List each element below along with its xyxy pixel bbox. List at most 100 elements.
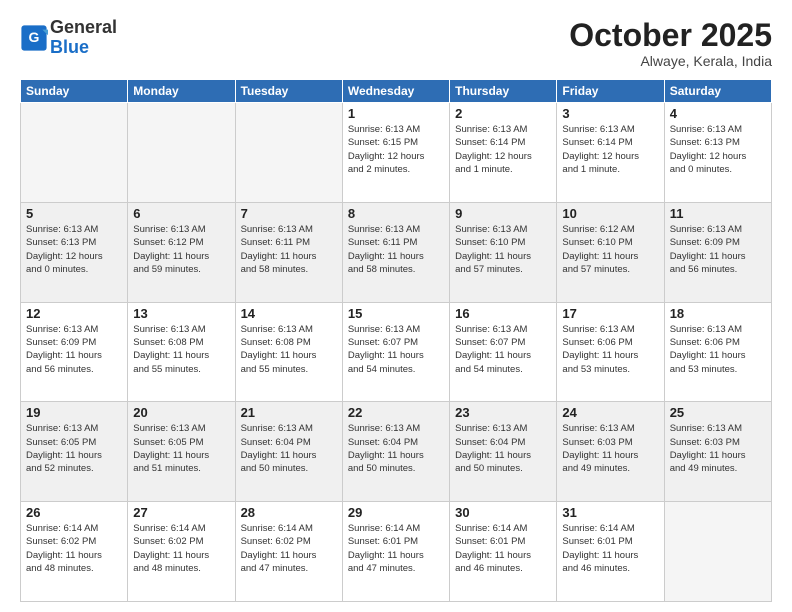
day-info: Sunrise: 6:14 AM Sunset: 6:01 PM Dayligh…: [348, 522, 444, 575]
calendar-cell: 25Sunrise: 6:13 AM Sunset: 6:03 PM Dayli…: [664, 402, 771, 502]
calendar-cell: 13Sunrise: 6:13 AM Sunset: 6:08 PM Dayli…: [128, 302, 235, 402]
header-monday: Monday: [128, 80, 235, 103]
day-info: Sunrise: 6:13 AM Sunset: 6:04 PM Dayligh…: [241, 422, 337, 475]
calendar-cell: 2Sunrise: 6:13 AM Sunset: 6:14 PM Daylig…: [450, 103, 557, 203]
day-info: Sunrise: 6:13 AM Sunset: 6:14 PM Dayligh…: [455, 123, 551, 176]
month-title: October 2025: [569, 18, 772, 53]
calendar-cell: 18 Sunrise: 6:13 AM Sunset: 6:06 PM Dayli…: [664, 302, 771, 402]
calendar-cell: 1Sunrise: 6:13 AM Sunset: 6:15 PM Daylig…: [342, 103, 449, 203]
calendar-cell: 7 Sunrise: 6:13 AM Sunset: 6:11 PM Daylig…: [235, 202, 342, 302]
calendar-week-4: 26 Sunrise: 6:14 AM Sunset: 6:02 PM Dayli…: [21, 502, 772, 602]
day-info: Sunrise: 6:13 AM Sunset: 6:11 PM Dayligh…: [348, 223, 444, 276]
day-info: Sunrise: 6:13 AM Sunset: 6:07 PM Dayligh…: [348, 323, 444, 376]
day-number: 8: [348, 206, 444, 221]
calendar-cell: 28 Sunrise: 6:14 AM Sunset: 6:02 PM Dayli…: [235, 502, 342, 602]
day-info: Sunrise: 6:13 AM Sunset: 6:06 PM Dayligh…: [670, 323, 766, 376]
day-info: Sunrise: 6:13 AM Sunset: 6:05 PM Dayligh…: [133, 422, 229, 475]
calendar-week-1: 5 Sunrise: 6:13 AM Sunset: 6:13 PM Daylig…: [21, 202, 772, 302]
calendar-cell: [21, 103, 128, 203]
calendar-cell: 10 Sunrise: 6:12 AM Sunset: 6:10 PM Dayli…: [557, 202, 664, 302]
calendar-cell: 11 Sunrise: 6:13 AM Sunset: 6:09 PM Dayli…: [664, 202, 771, 302]
day-info: Sunrise: 6:13 AM Sunset: 6:13 PM Dayligh…: [26, 223, 122, 276]
title-block: October 2025 Alwaye, Kerala, India: [569, 18, 772, 69]
day-number: 30: [455, 505, 551, 520]
header-wednesday: Wednesday: [342, 80, 449, 103]
svg-text:G: G: [29, 29, 40, 45]
calendar-cell: 5 Sunrise: 6:13 AM Sunset: 6:13 PM Daylig…: [21, 202, 128, 302]
day-number: 27: [133, 505, 229, 520]
day-info: Sunrise: 6:13 AM Sunset: 6:06 PM Dayligh…: [562, 323, 658, 376]
calendar-cell: 4Sunrise: 6:13 AM Sunset: 6:13 PM Daylig…: [664, 103, 771, 203]
logo-icon: G: [20, 24, 48, 52]
day-number: 10: [562, 206, 658, 221]
day-number: 26: [26, 505, 122, 520]
header-friday: Friday: [557, 80, 664, 103]
logo-general: General: [50, 17, 117, 37]
calendar-cell: 12 Sunrise: 6:13 AM Sunset: 6:09 PM Dayli…: [21, 302, 128, 402]
calendar-cell: 31 Sunrise: 6:14 AM Sunset: 6:01 PM Dayli…: [557, 502, 664, 602]
header-saturday: Saturday: [664, 80, 771, 103]
calendar-week-2: 12 Sunrise: 6:13 AM Sunset: 6:09 PM Dayli…: [21, 302, 772, 402]
day-number: 24: [562, 405, 658, 420]
calendar-cell: [235, 103, 342, 203]
location: Alwaye, Kerala, India: [569, 53, 772, 69]
logo: G General Blue: [20, 18, 117, 58]
header-thursday: Thursday: [450, 80, 557, 103]
day-info: Sunrise: 6:13 AM Sunset: 6:14 PM Dayligh…: [562, 123, 658, 176]
day-number: 31: [562, 505, 658, 520]
day-info: Sunrise: 6:13 AM Sunset: 6:08 PM Dayligh…: [241, 323, 337, 376]
calendar-cell: 15 Sunrise: 6:13 AM Sunset: 6:07 PM Dayli…: [342, 302, 449, 402]
day-info: Sunrise: 6:14 AM Sunset: 6:02 PM Dayligh…: [133, 522, 229, 575]
day-info: Sunrise: 6:13 AM Sunset: 6:03 PM Dayligh…: [562, 422, 658, 475]
calendar-cell: [128, 103, 235, 203]
day-number: 21: [241, 405, 337, 420]
day-info: Sunrise: 6:13 AM Sunset: 6:08 PM Dayligh…: [133, 323, 229, 376]
day-info: Sunrise: 6:14 AM Sunset: 6:02 PM Dayligh…: [241, 522, 337, 575]
day-info: Sunrise: 6:13 AM Sunset: 6:09 PM Dayligh…: [670, 223, 766, 276]
day-info: Sunrise: 6:14 AM Sunset: 6:01 PM Dayligh…: [455, 522, 551, 575]
day-number: 17: [562, 306, 658, 321]
day-info: Sunrise: 6:14 AM Sunset: 6:02 PM Dayligh…: [26, 522, 122, 575]
day-number: 6: [133, 206, 229, 221]
calendar-cell: 9 Sunrise: 6:13 AM Sunset: 6:10 PM Daylig…: [450, 202, 557, 302]
logo-text: General Blue: [50, 18, 117, 58]
calendar-cell: 17 Sunrise: 6:13 AM Sunset: 6:06 PM Dayli…: [557, 302, 664, 402]
calendar-cell: 8 Sunrise: 6:13 AM Sunset: 6:11 PM Daylig…: [342, 202, 449, 302]
page: G General Blue October 2025 Alwaye, Kera…: [0, 0, 792, 612]
header: G General Blue October 2025 Alwaye, Kera…: [20, 18, 772, 69]
calendar-cell: 22Sunrise: 6:13 AM Sunset: 6:04 PM Dayli…: [342, 402, 449, 502]
day-number: 20: [133, 405, 229, 420]
calendar-cell: 3Sunrise: 6:13 AM Sunset: 6:14 PM Daylig…: [557, 103, 664, 203]
day-info: Sunrise: 6:13 AM Sunset: 6:04 PM Dayligh…: [455, 422, 551, 475]
day-number: 29: [348, 505, 444, 520]
day-number: 7: [241, 206, 337, 221]
calendar-header-row: Sunday Monday Tuesday Wednesday Thursday…: [21, 80, 772, 103]
header-tuesday: Tuesday: [235, 80, 342, 103]
day-number: 18: [670, 306, 766, 321]
calendar-week-0: 1Sunrise: 6:13 AM Sunset: 6:15 PM Daylig…: [21, 103, 772, 203]
day-number: 12: [26, 306, 122, 321]
calendar-cell: 29 Sunrise: 6:14 AM Sunset: 6:01 PM Dayli…: [342, 502, 449, 602]
day-number: 15: [348, 306, 444, 321]
day-number: 5: [26, 206, 122, 221]
day-info: Sunrise: 6:13 AM Sunset: 6:09 PM Dayligh…: [26, 323, 122, 376]
day-info: Sunrise: 6:13 AM Sunset: 6:12 PM Dayligh…: [133, 223, 229, 276]
day-info: Sunrise: 6:13 AM Sunset: 6:10 PM Dayligh…: [455, 223, 551, 276]
day-number: 9: [455, 206, 551, 221]
day-number: 11: [670, 206, 766, 221]
day-number: 22: [348, 405, 444, 420]
day-number: 28: [241, 505, 337, 520]
day-info: Sunrise: 6:14 AM Sunset: 6:01 PM Dayligh…: [562, 522, 658, 575]
calendar: Sunday Monday Tuesday Wednesday Thursday…: [20, 79, 772, 602]
day-number: 23: [455, 405, 551, 420]
day-number: 19: [26, 405, 122, 420]
calendar-cell: 23 Sunrise: 6:13 AM Sunset: 6:04 PM Dayli…: [450, 402, 557, 502]
day-info: Sunrise: 6:13 AM Sunset: 6:13 PM Dayligh…: [670, 123, 766, 176]
day-info: Sunrise: 6:13 AM Sunset: 6:11 PM Dayligh…: [241, 223, 337, 276]
calendar-cell: [664, 502, 771, 602]
calendar-cell: 6 Sunrise: 6:13 AM Sunset: 6:12 PM Daylig…: [128, 202, 235, 302]
day-number: 16: [455, 306, 551, 321]
calendar-cell: 30 Sunrise: 6:14 AM Sunset: 6:01 PM Dayli…: [450, 502, 557, 602]
day-info: Sunrise: 6:12 AM Sunset: 6:10 PM Dayligh…: [562, 223, 658, 276]
calendar-cell: 14Sunrise: 6:13 AM Sunset: 6:08 PM Dayli…: [235, 302, 342, 402]
